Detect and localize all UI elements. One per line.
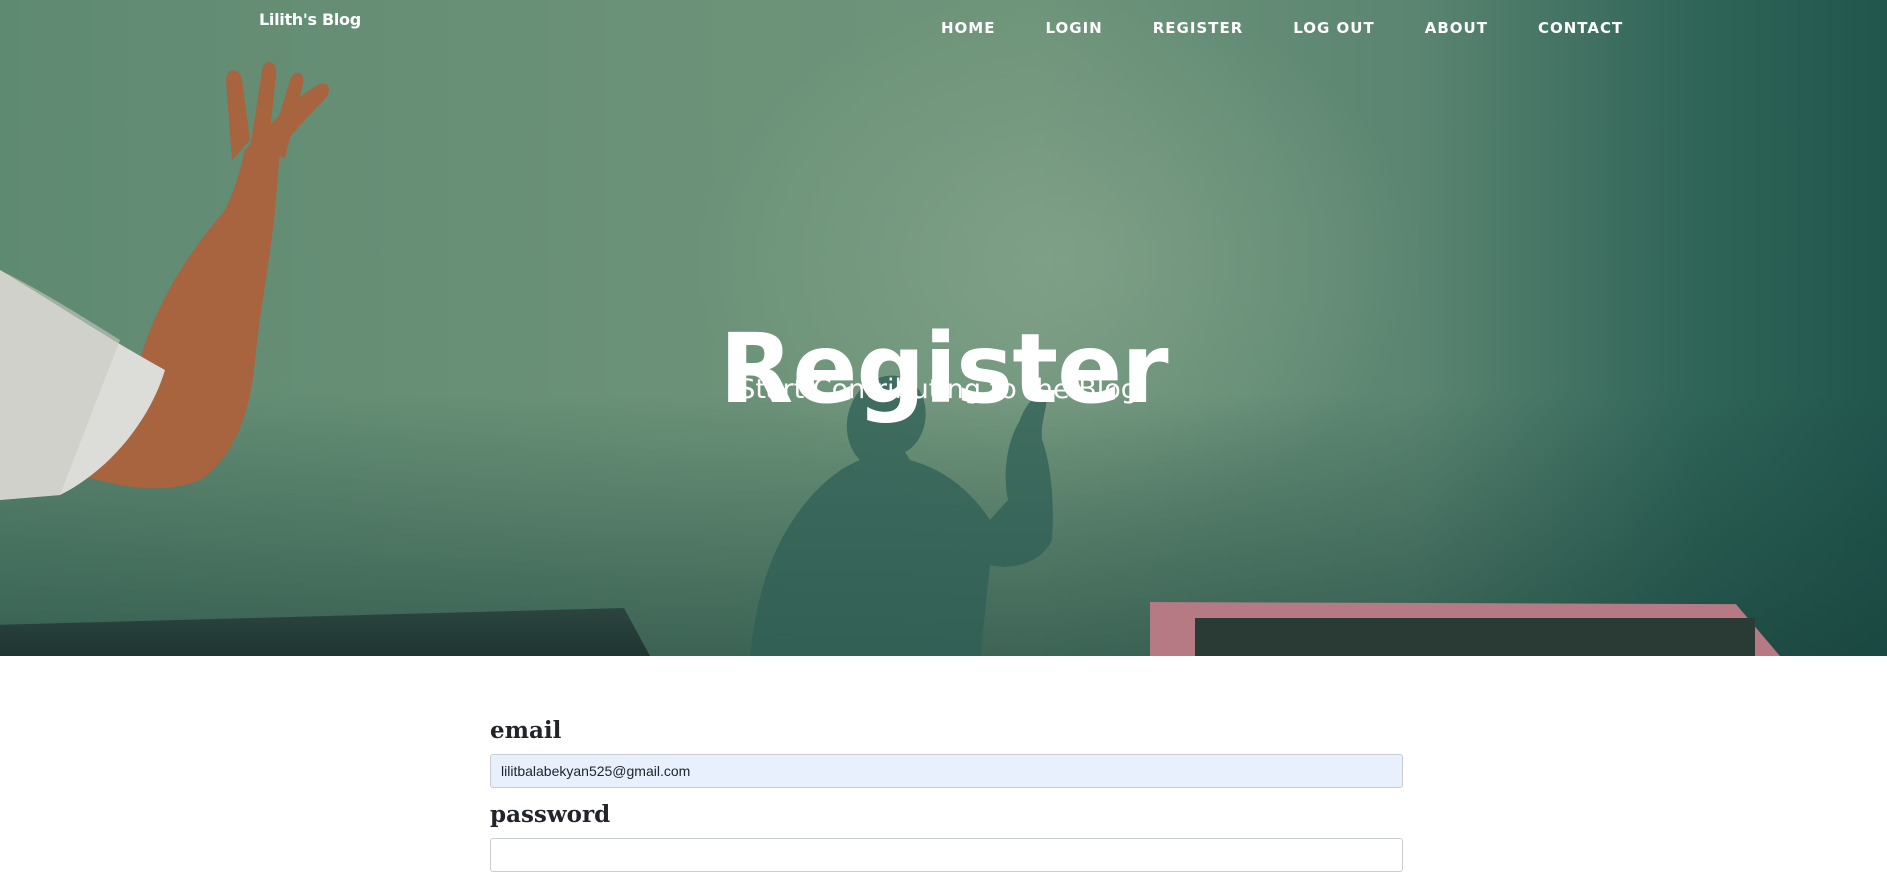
register-form: email password — [490, 716, 1403, 884]
nav-item-login[interactable]: LOGIN — [1045, 19, 1102, 37]
hero-header: Lilith's Blog HOME LOGIN REGISTER LOG OU… — [0, 0, 1887, 656]
page-subtitle: Start Contributing to the Blog! — [738, 374, 1149, 405]
navbar: Lilith's Blog HOME LOGIN REGISTER LOG OU… — [0, 0, 1887, 60]
email-field[interactable] — [490, 754, 1403, 788]
email-label: email — [490, 717, 562, 744]
password-field-group: password — [490, 800, 1403, 872]
password-label: password — [490, 801, 611, 828]
nav-links: HOME LOGIN REGISTER LOG OUT ABOUT CONTAC… — [941, 19, 1623, 37]
nav-item-home[interactable]: HOME — [941, 19, 995, 37]
nav-item-register[interactable]: REGISTER — [1153, 19, 1244, 37]
nav-item-logout[interactable]: LOG OUT — [1293, 19, 1374, 37]
right-ledge-inner-image — [1195, 618, 1755, 656]
password-field[interactable] — [490, 838, 1403, 872]
email-field-group: email — [490, 716, 1403, 788]
brand-link[interactable]: Lilith's Blog — [259, 10, 361, 29]
nav-item-contact[interactable]: CONTACT — [1538, 19, 1623, 37]
nav-item-about[interactable]: ABOUT — [1425, 19, 1488, 37]
waving-arm-image — [0, 62, 330, 500]
